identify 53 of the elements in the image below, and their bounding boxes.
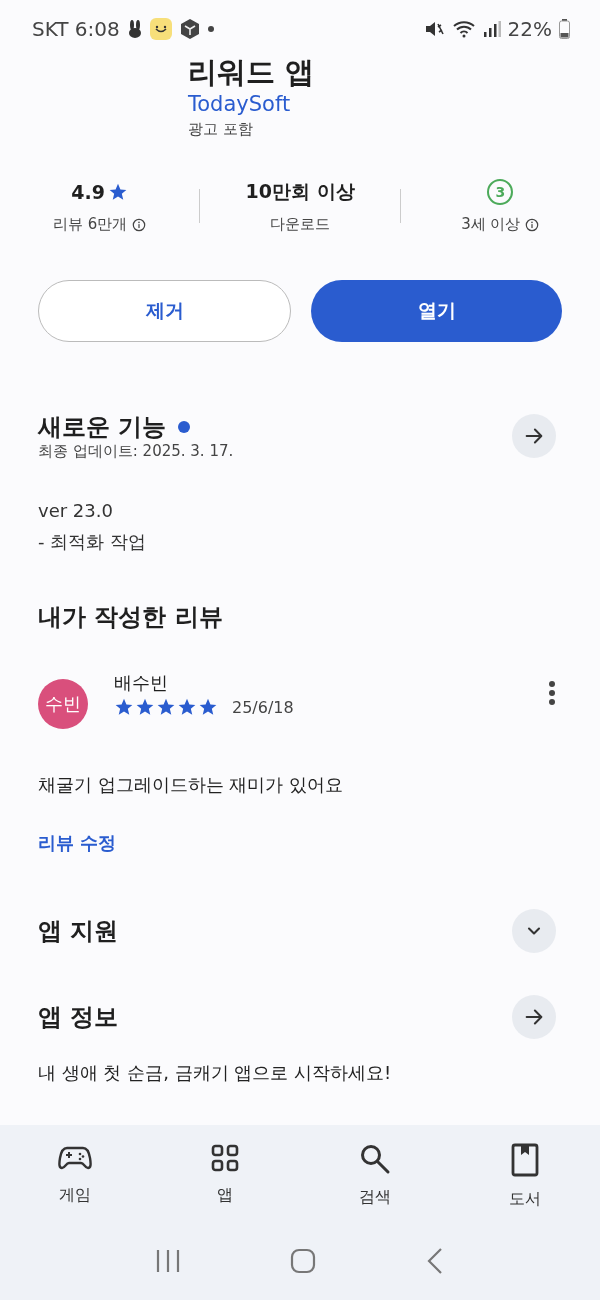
rating-value: 4.9 bbox=[71, 181, 105, 203]
app-description: 내 생애 첫 순금, 금캐기 앱으로 시작하세요! bbox=[37, 1061, 393, 1085]
signal-icon bbox=[482, 20, 501, 38]
download-count: 10만회 이상 bbox=[245, 179, 355, 204]
section-title: 새로운 기능 bbox=[38, 412, 167, 443]
wifi-icon bbox=[451, 19, 476, 39]
star-icon bbox=[198, 697, 218, 717]
apps-grid-icon bbox=[210, 1143, 240, 1173]
stat-label: 다운로드 bbox=[270, 215, 330, 234]
avatar: 수빈 bbox=[38, 679, 88, 729]
battery-icon bbox=[559, 19, 570, 39]
section-title: 내가 작성한 리뷰 bbox=[38, 602, 223, 633]
carrier-time: SKT 6:08 bbox=[32, 17, 120, 41]
info-icon[interactable] bbox=[525, 217, 540, 232]
age-rating-badge: 3 bbox=[487, 179, 514, 205]
smiley-app-icon bbox=[149, 18, 172, 40]
section-title: 앱 지원 bbox=[38, 916, 119, 947]
more-vertical-icon bbox=[548, 679, 556, 706]
bookmark-book-icon bbox=[511, 1143, 539, 1177]
update-date: 최종 업데이트: 2025. 3. 17. bbox=[37, 442, 235, 461]
open-button[interactable]: 열기 bbox=[311, 280, 562, 342]
section-title: 앱 정보 bbox=[38, 1002, 119, 1033]
release-note: ver 23.0 bbox=[37, 499, 114, 523]
star-icon bbox=[156, 697, 176, 717]
expand-button[interactable] bbox=[512, 909, 556, 953]
arrow-button[interactable] bbox=[512, 995, 556, 1039]
edit-review-link[interactable]: 리뷰 수정 bbox=[38, 831, 117, 855]
star-icon bbox=[135, 697, 155, 717]
rabbit-icon bbox=[126, 19, 143, 39]
ads-note: 광고 포함 bbox=[188, 120, 254, 139]
nav-tab[interactable]: 검색 bbox=[300, 1139, 450, 1225]
developer-link[interactable]: TodaySoft bbox=[188, 92, 600, 116]
uninstall-button[interactable]: 제거 bbox=[38, 280, 291, 342]
release-note: - 최적화 작업 bbox=[37, 530, 147, 554]
star-icon bbox=[114, 697, 134, 717]
arrow-button[interactable] bbox=[512, 414, 556, 458]
search-icon bbox=[359, 1143, 391, 1175]
app-title: 리워드 앱 bbox=[188, 58, 316, 91]
star-icon bbox=[177, 697, 197, 717]
nav-tab[interactable]: 도서 bbox=[450, 1139, 600, 1225]
stat-label: 3세 이상 bbox=[461, 215, 521, 234]
nav-tab[interactable]: 앱 bbox=[150, 1139, 300, 1225]
mute-icon bbox=[424, 20, 445, 38]
cube-icon bbox=[178, 18, 201, 40]
stat-label: 리뷰 6만개 bbox=[53, 215, 128, 234]
rating-star-icon bbox=[108, 182, 128, 202]
review-date: 25/6/18 bbox=[232, 697, 294, 717]
reviewer-name: 배수빈 bbox=[114, 671, 169, 695]
info-icon[interactable] bbox=[132, 217, 147, 232]
review-text: 채굴기 업그레이드하는 재미가 있어요 bbox=[37, 773, 345, 797]
dot-icon bbox=[207, 26, 214, 32]
battery-percent: 22% bbox=[507, 17, 552, 41]
nav-tab[interactable]: 게임 bbox=[0, 1139, 150, 1225]
